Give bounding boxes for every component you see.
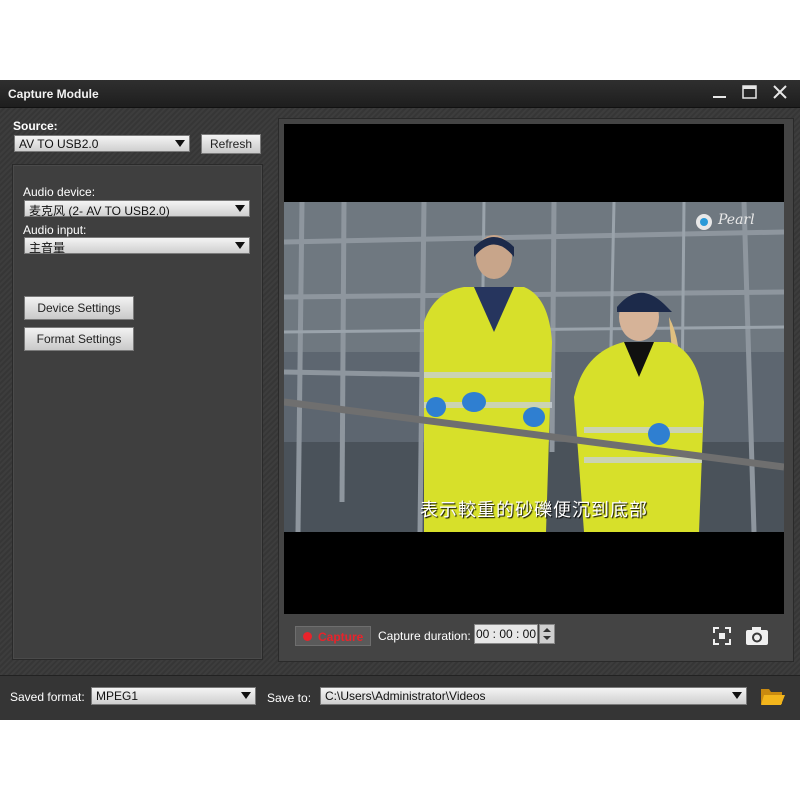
window-title: Capture Module [8, 87, 99, 101]
refresh-button[interactable]: Refresh [201, 134, 261, 154]
save-to-path: C:\Users\Administrator\Videos [325, 689, 486, 703]
save-to-path-select[interactable]: C:\Users\Administrator\Videos [320, 687, 747, 705]
saved-format-select[interactable]: MPEG1 [91, 687, 256, 705]
audio-device-select[interactable]: 麦克风 (2- AV TO USB2.0) [24, 200, 250, 218]
video-scene [284, 202, 784, 532]
video-subtitle: 表示較重的砂礫便沉到底部 [420, 500, 648, 521]
format-settings-button[interactable]: Format Settings [24, 327, 134, 351]
audio-device-value: 麦克风 (2- AV TO USB2.0) [29, 204, 170, 218]
channel-logo: Pearl [718, 212, 755, 228]
capture-duration-label: Capture duration: [378, 629, 471, 643]
source-value: AV TO USB2.0 [19, 137, 99, 151]
audio-device-label: Audio device: [23, 185, 96, 199]
maximize-icon[interactable] [737, 83, 763, 103]
device-settings-button[interactable]: Device Settings [24, 296, 134, 320]
capture-duration-field[interactable]: 00 : 00 : 00 [474, 624, 538, 644]
audio-input-value: 主音量 [29, 241, 66, 255]
audio-input-label: Audio input: [23, 223, 87, 237]
title-bar: Capture Module [0, 80, 800, 108]
close-icon[interactable] [767, 83, 793, 103]
capture-button-label: Capture [318, 630, 364, 644]
chevron-down-icon [175, 140, 185, 147]
source-select[interactable]: AV TO USB2.0 [14, 135, 190, 152]
saved-format-value: MPEG1 [96, 689, 139, 703]
chevron-down-icon [241, 692, 251, 699]
chevron-down-icon [732, 692, 742, 699]
capture-controls: Capture Capture duration: 00 : 00 : 00 [284, 620, 784, 652]
folder-icon[interactable] [760, 685, 786, 707]
fullscreen-icon[interactable] [712, 626, 732, 646]
footer-bar: Saved format: MPEG1 Save to: C:\Users\Ad… [0, 675, 800, 720]
capture-button[interactable]: Capture [295, 626, 371, 646]
save-to-label: Save to: [267, 691, 312, 705]
video-preview: Pearl 表示較重的砂礫便沉到底部 [284, 124, 784, 614]
record-icon [303, 632, 312, 641]
video-frame: Pearl 表示較重的砂礫便沉到底部 [284, 202, 784, 532]
minimize-icon[interactable] [707, 83, 733, 103]
chevron-down-icon [235, 242, 245, 249]
source-label: Source: [13, 119, 58, 133]
camera-icon[interactable] [744, 625, 770, 647]
duration-spinner[interactable] [539, 624, 555, 644]
chevron-down-icon [235, 205, 245, 212]
audio-input-select[interactable]: 主音量 [24, 237, 250, 255]
saved-format-label: Saved format: [10, 690, 85, 704]
